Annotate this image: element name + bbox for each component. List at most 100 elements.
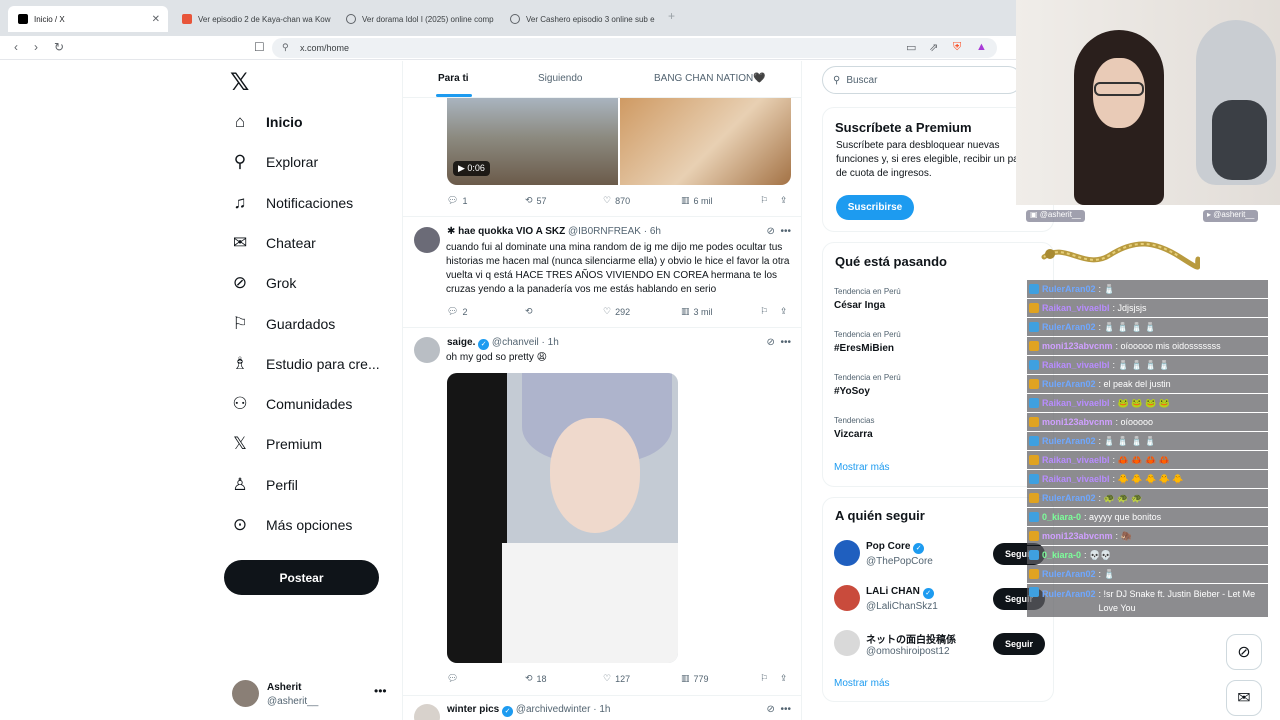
browser-tab-x-home[interactable]: Inicio / X ✕ (8, 6, 168, 32)
site-info-icon[interactable]: ⚲ (282, 42, 289, 53)
sidebar-item-grok[interactable]: ⊘ Grok (230, 268, 296, 298)
sidebar-item-inicio[interactable]: ⌂ Inicio (230, 107, 303, 137)
verified-badge-icon: ✓ (913, 543, 925, 554)
video-duration: ▶ 0:06 (453, 161, 490, 176)
like-button[interactable]: ♡ 127 (603, 673, 630, 684)
repost-button[interactable]: ⟲ 57 (525, 195, 547, 206)
more-icon[interactable]: ••• (780, 704, 791, 715)
like-button[interactable]: ♡ 292 (603, 306, 630, 317)
share-icon[interactable]: ⇪ (780, 306, 788, 317)
tab-bang-chan-nation[interactable]: BANG CHAN NATION🖤 (654, 73, 766, 84)
trend-item[interactable]: #YoSoy (834, 386, 870, 397)
search-input[interactable]: ⚲ Buscar (822, 66, 1022, 94)
brave-shield-icon[interactable]: ⛨ (953, 41, 961, 54)
reload-icon[interactable]: ↻ (54, 40, 64, 54)
chat-username: Raikan_vivaelbl (1042, 303, 1110, 313)
tab-para-ti[interactable]: Para ti (438, 73, 469, 84)
x-logo-icon[interactable]: 𝕏 (230, 68, 249, 97)
author-handle[interactable]: @archivedwinter (516, 704, 591, 715)
grok-button[interactable]: ⊘ (1226, 634, 1262, 670)
browser-tab-cashero[interactable]: Ver Cashero episodio 3 online sub e (500, 6, 660, 32)
share-icon[interactable]: ⇪ (780, 673, 788, 684)
show-more-trends-link[interactable]: Mostrar más (834, 462, 890, 473)
sidebar-item-explorar[interactable]: ⚲ Explorar (230, 147, 318, 177)
sidebar-item-notificaciones[interactable]: ♫ Notificaciones (230, 188, 354, 218)
subscribe-button[interactable]: Suscribirse (836, 195, 914, 220)
grok-icon[interactable]: ⊘ (767, 704, 775, 715)
author-name[interactable]: winter pics (447, 704, 499, 715)
author-name[interactable]: saige. (447, 337, 475, 348)
trend-item[interactable]: César Inga (834, 300, 885, 311)
like-button[interactable]: ♡ 870 (603, 195, 630, 206)
views-button[interactable]: ▥ 3 mil (681, 306, 713, 317)
brave-rewards-icon[interactable]: ▲ (976, 41, 987, 53)
views-button[interactable]: ▥ 6 mil (681, 195, 713, 206)
follow-name[interactable]: ネットの面白投稿係 (866, 631, 956, 646)
more-icon[interactable]: ••• (780, 337, 791, 348)
bookmark-icon[interactable]: ⚐ (760, 673, 768, 684)
follow-name[interactable]: LALi CHAN ✓ (866, 586, 934, 599)
reply-button[interactable]: 💬︎ (447, 673, 462, 684)
bookmark-page-icon[interactable]: ☐ (254, 40, 265, 54)
chat-message: RulerAran02 : 🧂 🧂 🧂 🧂 (1027, 318, 1268, 336)
chat-message: RulerAran02 : 🧂 (1027, 565, 1268, 583)
follow-handle[interactable]: @omoshiroipost12 (866, 646, 950, 657)
author-name[interactable]: ✱ hae quokka VIO A SKZ (447, 226, 565, 237)
tweet-media[interactable]: ▶ 0:06 (447, 98, 791, 185)
share-icon[interactable]: ⇪ (780, 195, 788, 206)
tweet-header: winter pics ✓ @archivedwinter · 1h (447, 704, 610, 717)
post-button[interactable]: Postear (224, 560, 379, 595)
author-handle[interactable]: @chanveil (492, 337, 539, 348)
sidebar-item-perfil[interactable]: ♙ Perfil (230, 470, 298, 500)
follow-handle[interactable]: @ThePopCore (866, 556, 933, 567)
avatar[interactable] (834, 585, 860, 611)
avatar[interactable] (414, 227, 440, 253)
chat-text: : el peak del justin (1098, 379, 1171, 389)
avatar[interactable] (834, 630, 860, 656)
tweet-time[interactable]: · 1h (593, 704, 610, 715)
sidebar-item-premium[interactable]: 𝕏 Premium (230, 429, 322, 459)
follow-button[interactable]: Seguir (993, 633, 1045, 655)
views-button[interactable]: ▥ 779 (681, 673, 709, 684)
new-tab-icon[interactable]: + (668, 9, 675, 23)
sidebar-item-comunidades[interactable]: ⚇ Comunidades (230, 389, 352, 419)
avatar[interactable] (414, 337, 440, 363)
close-tab-icon[interactable]: ✕ (152, 14, 160, 25)
bookmark-icon[interactable]: ⚐ (760, 195, 768, 206)
grok-icon[interactable]: ⊘ (767, 337, 775, 348)
reply-button[interactable]: 💬︎ 1 (447, 195, 467, 206)
tweet-time[interactable]: · 1h (542, 337, 559, 348)
browser-tab-idol-i[interactable]: Ver dorama Idol I (2025) online comp (336, 6, 496, 32)
back-icon[interactable]: ‹ (14, 40, 18, 54)
cast-icon[interactable]: ▭ (906, 41, 916, 54)
address-bar[interactable]: ⚲ x.com/home (272, 38, 997, 58)
author-handle[interactable]: @IB0RNFREAK (568, 226, 641, 237)
who-to-follow-title: A quién seguir (835, 508, 925, 523)
repost-button[interactable]: ⟲ 18 (525, 673, 547, 684)
follow-name[interactable]: Pop Core ✓ (866, 541, 925, 554)
avatar[interactable] (414, 704, 440, 720)
account-switcher[interactable]: Asherit @asherit__ ••• (232, 680, 392, 710)
more-icon[interactable]: ••• (374, 684, 387, 698)
messages-button[interactable]: ✉ (1226, 680, 1262, 716)
sidebar-item-más-opciones[interactable]: ⊙ Más opciones (230, 510, 353, 540)
share-icon[interactable]: ⇗ (929, 41, 938, 54)
tab-siguiendo[interactable]: Siguiendo (538, 73, 582, 84)
sidebar-item-chatear[interactable]: ✉ Chatear (230, 228, 316, 258)
reply-button[interactable]: 💬︎ 2 (447, 306, 467, 317)
tweet-time[interactable]: · 6h (644, 226, 661, 237)
show-more-follow-link[interactable]: Mostrar más (834, 678, 890, 689)
sidebar-item-estudio-para-cre[interactable]: ♗ Estudio para cre... (230, 349, 379, 379)
sidebar-item-guardados[interactable]: ⚐ Guardados (230, 309, 335, 339)
browser-tab-kaya-chan[interactable]: Ver episodio 2 de Kaya-chan wa Kow (172, 6, 332, 32)
trend-item[interactable]: #EresMiBien (834, 343, 894, 354)
grok-icon[interactable]: ⊘ (767, 226, 775, 237)
avatar[interactable] (834, 540, 860, 566)
trend-item[interactable]: Vizcarra (834, 429, 873, 440)
repost-button[interactable]: ⟲ (525, 306, 537, 317)
more-icon[interactable]: ••• (780, 226, 791, 237)
tweet-photo[interactable] (447, 373, 678, 663)
forward-icon[interactable]: › (34, 40, 38, 54)
bookmark-icon[interactable]: ⚐ (760, 306, 768, 317)
follow-handle[interactable]: @LaliChanSkz1 (866, 601, 938, 612)
